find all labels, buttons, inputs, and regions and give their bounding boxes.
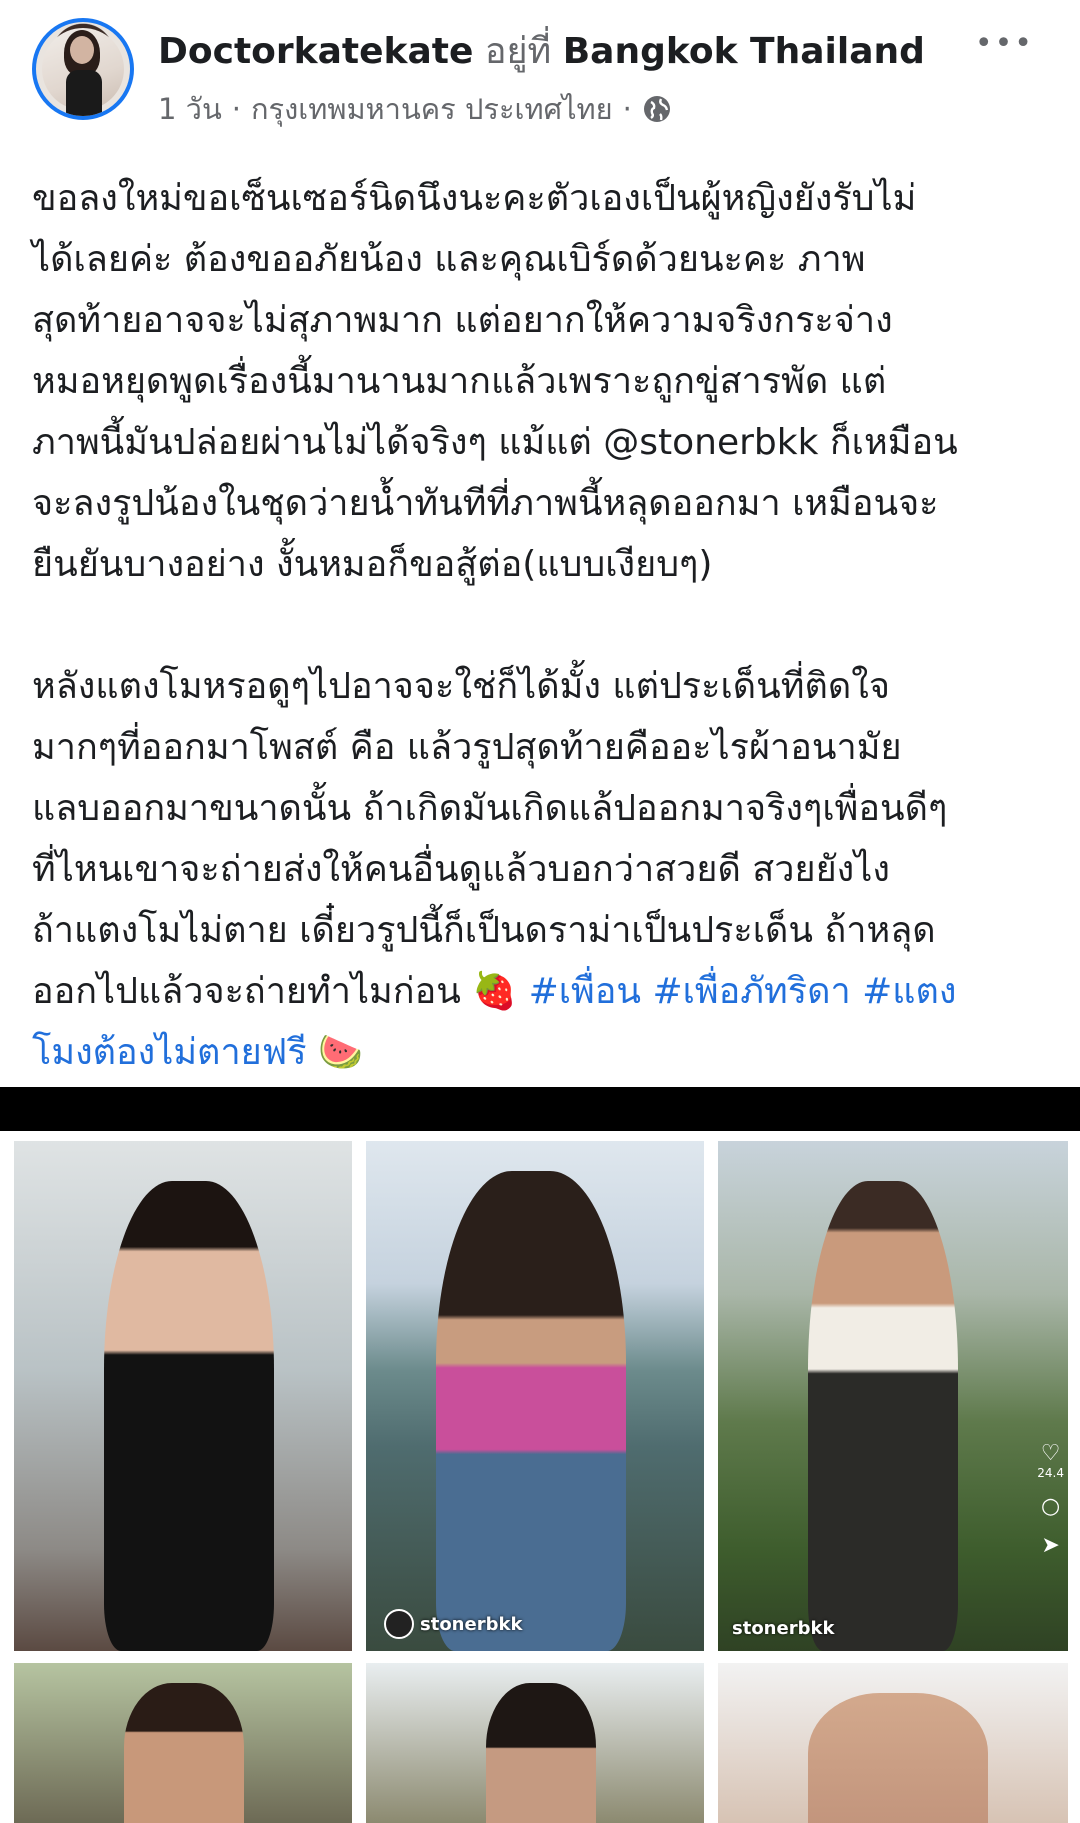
watermark-logo-icon — [384, 1609, 414, 1639]
meta-separator: · — [231, 92, 241, 126]
author-line: Doctorkatekate อยู่ที่ Bangkok Thailand — [158, 22, 925, 79]
text-line: ได้เลยค่ะ ต้องขออภัยน้อง และคุณเบิร์ดด้ว… — [32, 239, 866, 280]
paragraph-2: หลังแตงโมหรอดูๆไปอาจจะใช่ก็ได้มั้ง แต่ปร… — [32, 656, 1052, 1083]
text-line: ที่ไหนเขาจะถ่ายส่งให้คนอื่นดูแล้วบอกว่าส… — [32, 849, 890, 890]
share-icon: ➤ — [1041, 1533, 1060, 1558]
text-line: ยืนยันบางอย่าง งั้นหมอก็ขอสู้ต่อ(แบบเงีย… — [32, 544, 713, 585]
text-line: หลังแตงโมหรอดูๆไปอาจจะใช่ก็ได้มั้ง แต่ปร… — [32, 666, 890, 707]
text-line: แลบออกมาขนาดนั้น ถ้าเกิดมันเกิดแล้ปออกมา… — [32, 788, 948, 829]
watermark-text: stonerbkk — [732, 1618, 835, 1639]
comment-icon: ○ — [1041, 1494, 1061, 1519]
photo-tile — [14, 1141, 352, 1651]
photo-tile: stonerbkk ♡ 24.4 ○ ➤ — [718, 1141, 1068, 1651]
location-link[interactable]: Bangkok Thailand — [563, 31, 925, 72]
text-line: ถ้าแตงโมไม่ตาย เดี๋ยวรูปนี้ก็เป็นดราม่าเ… — [32, 910, 936, 951]
heart-icon: ♡ — [1040, 1441, 1061, 1466]
text-line: ออกไปแล้วจะถ่ายทำไมก่อน — [32, 971, 461, 1012]
watermelon-emoji: 🍉 — [318, 1032, 363, 1073]
watermark: stonerbkk — [732, 1618, 834, 1639]
post-body: ขอลงใหม่ขอเซ็นเซอร์นิดนึงนะคะตัวเองเป็นผ… — [32, 168, 1052, 1083]
strawberry-emoji: 🍓 — [472, 971, 518, 1012]
globe-icon — [642, 94, 672, 124]
text-line: ขอลงใหม่ขอเซ็นเซอร์นิดนึงนะคะตัวเองเป็นผ… — [32, 178, 917, 219]
hashtag-part: #แตง — [862, 971, 957, 1012]
hashtag-part: โมงต้องไม่ตายฟรี — [32, 1032, 307, 1073]
post-time[interactable]: 1 วัน — [158, 86, 222, 132]
post-meta: 1 วัน · กรุงเทพมหานคร ประเทศไทย · — [158, 86, 672, 132]
location-prefix: อยู่ที่ — [484, 31, 552, 72]
photo-tile — [14, 1663, 352, 1823]
text-line: มากๆที่ออกมาโพสต์ คือ แล้วรูปสุดท้ายคืออ… — [32, 727, 902, 768]
paragraph-1: ขอลงใหม่ขอเซ็นเซอร์นิดนึงนะคะตัวเองเป็นผ… — [32, 168, 1052, 595]
text-line: จะลงรูปน้องในชุดว่ายน้ำทันทีที่ภาพนี้หลุ… — [32, 483, 939, 524]
text-line: ภาพนี้มันปล่อยผ่านไม่ได้จริงๆ แม้แต่ @st… — [32, 422, 958, 463]
author-name[interactable]: Doctorkatekate — [158, 31, 473, 72]
hashtag-link[interactable]: #เพื่อภัทริดา — [652, 971, 850, 1012]
text-line: สุดท้ายอาจจะไม่สุภาพมาก แต่อยากให้ความจร… — [32, 300, 893, 341]
author-avatar[interactable] — [32, 18, 134, 120]
photo-tile — [718, 1663, 1068, 1823]
post-header: Doctorkatekate อยู่ที่ Bangkok Thailand … — [0, 0, 1080, 140]
photo-tile: stonerbkk — [366, 1141, 704, 1651]
photo-top-bar — [0, 1087, 1080, 1131]
side-actions: ♡ 24.4 ○ ➤ — [1037, 1441, 1064, 1558]
watermark-text: stonerbkk — [420, 1613, 523, 1635]
watermark: stonerbkk — [384, 1609, 522, 1639]
meta-separator-2: · — [622, 92, 632, 126]
like-count: 24.4 — [1037, 1466, 1064, 1480]
hashtag-link[interactable]: #เพื่อน — [529, 971, 641, 1012]
more-options-icon[interactable]: ••• — [975, 26, 1034, 61]
text-line: หมอหยุดพูดเรื่องนี้มานานมากแล้วเพราะถูกข… — [32, 361, 887, 402]
post-place[interactable]: กรุงเทพมหานคร ประเทศไทย — [251, 86, 613, 132]
post-photo[interactable]: stonerbkk stonerbkk ♡ 24.4 ○ ➤ — [0, 1087, 1080, 1823]
photo-tile — [366, 1663, 704, 1823]
